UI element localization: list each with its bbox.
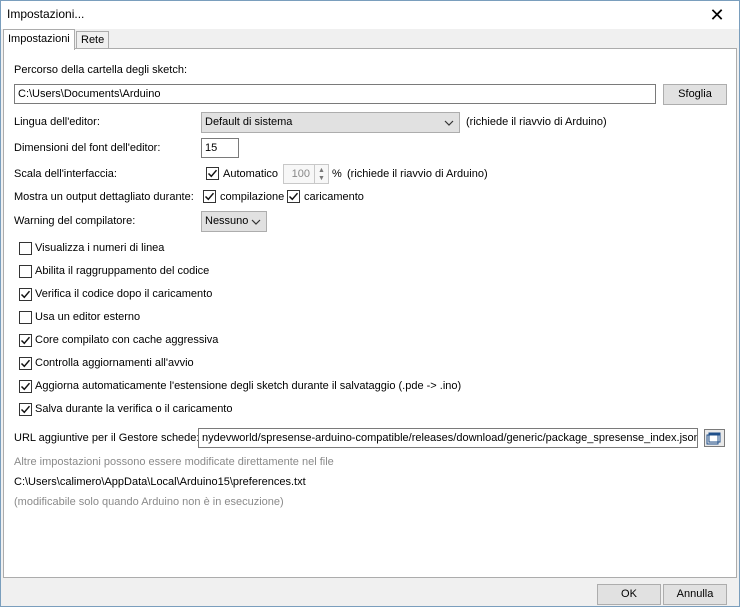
- font-size-input[interactable]: 15: [201, 138, 239, 158]
- chevron-down-icon: [444, 113, 454, 132]
- option-checkbox-save-on-verify[interactable]: [19, 403, 32, 416]
- option-label-save-on-verify: Salva durante la verifica o il caricamen…: [35, 403, 233, 415]
- verbose-label: Mostra un output dettagliato durante:: [14, 191, 194, 203]
- cancel-button[interactable]: Annulla: [663, 584, 727, 605]
- spinner-down-icon[interactable]: ▼: [318, 175, 325, 182]
- dialog-footer: OK Annulla: [1, 579, 739, 606]
- settings-panel: Percorso della cartella degli sketch: C:…: [3, 48, 737, 578]
- tab-strip: Impostazioni Rete: [3, 29, 737, 50]
- scale-spinner[interactable]: 100 ▲ ▼: [283, 164, 329, 184]
- spinner-arrows[interactable]: ▲ ▼: [314, 165, 328, 183]
- language-restart-note: (richiede il riavvio di Arduino): [466, 116, 607, 128]
- option-checkbox-check-updates[interactable]: [19, 357, 32, 370]
- tab-rete[interactable]: Rete: [76, 31, 110, 49]
- option-checkbox-update-extension[interactable]: [19, 380, 32, 393]
- info-line-1: Altre impostazioni possono essere modifi…: [14, 456, 334, 468]
- preferences-file-path: C:\Users\calimero\AppData\Local\Arduino1…: [14, 476, 306, 488]
- option-label-check-updates: Controlla aggiornamenti all'avvio: [35, 357, 194, 369]
- verbose-upload-checkbox[interactable]: [287, 190, 300, 203]
- option-label-line-numbers: Visualizza i numeri di linea: [35, 242, 165, 254]
- option-checkbox-code-folding[interactable]: [19, 265, 32, 278]
- chevron-down-icon: [251, 212, 261, 231]
- option-label-cache-core: Core compilato con cache aggressiva: [35, 334, 219, 346]
- spinner-up-icon[interactable]: ▲: [318, 167, 325, 174]
- info-line-3: (modificabile solo quando Arduino non è …: [14, 496, 284, 508]
- verbose-upload-label: caricamento: [304, 191, 364, 203]
- font-size-label: Dimensioni del font dell'editor:: [14, 142, 161, 154]
- ok-button[interactable]: OK: [597, 584, 661, 605]
- preferences-dialog: Impostazioni... ✕ Impostazioni Rete Perc…: [0, 0, 740, 607]
- scale-value: 100: [291, 168, 310, 180]
- option-label-verify-upload: Verifica il codice dopo il caricamento: [35, 288, 213, 300]
- window-title: Impostazioni...: [7, 7, 85, 21]
- language-select-value: Default di sistema: [205, 116, 293, 128]
- tab-impostazioni[interactable]: Impostazioni: [3, 29, 75, 50]
- scale-auto-label: Automatico: [223, 168, 279, 180]
- boards-url-label: URL aggiuntive per il Gestore schede:: [14, 432, 200, 444]
- title-bar: Impostazioni... ✕: [1, 1, 739, 29]
- scale-label: Scala dell'interfaccia:: [14, 168, 117, 180]
- warnings-select[interactable]: Nessuno: [201, 211, 267, 232]
- option-label-code-folding: Abilita il raggruppamento del codice: [35, 265, 210, 277]
- language-label: Lingua dell'editor:: [14, 116, 100, 128]
- warnings-select-value: Nessuno: [205, 215, 249, 227]
- option-label-update-extension: Aggiorna automaticamente l'estensione de…: [35, 380, 462, 392]
- option-checkbox-line-numbers[interactable]: [19, 242, 32, 255]
- close-icon[interactable]: ✕: [695, 1, 739, 29]
- boards-url-input[interactable]: nydevworld/spresense-arduino-compatible/…: [198, 428, 698, 448]
- verbose-compile-label: compilazione: [220, 191, 285, 203]
- scale-auto-checkbox[interactable]: [206, 167, 219, 180]
- warnings-label: Warning del compilatore:: [14, 215, 136, 227]
- option-checkbox-external-editor[interactable]: [19, 311, 32, 324]
- option-checkbox-cache-core[interactable]: [19, 334, 32, 347]
- window-edit-icon[interactable]: [704, 429, 725, 447]
- sketchbook-label: Percorso della cartella degli sketch:: [14, 64, 188, 76]
- verbose-compile-checkbox[interactable]: [203, 190, 216, 203]
- option-label-external-editor: Usa un editor esterno: [35, 311, 141, 323]
- language-select[interactable]: Default di sistema: [201, 112, 460, 133]
- scale-unit: %: [332, 168, 342, 180]
- scale-restart-note: (richiede il riavvio di Arduino): [347, 168, 488, 180]
- browse-button[interactable]: Sfoglia: [663, 84, 727, 105]
- option-checkbox-verify-upload[interactable]: [19, 288, 32, 301]
- sketchbook-path-input[interactable]: C:\Users\Documents\Arduino: [14, 84, 656, 104]
